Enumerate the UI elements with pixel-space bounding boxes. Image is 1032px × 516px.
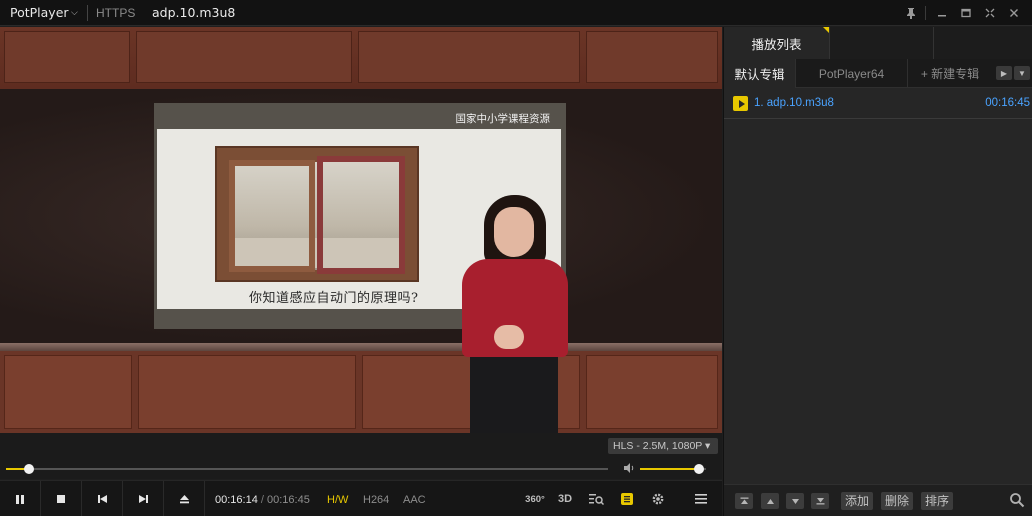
chalk-ledge (0, 343, 722, 351)
current-time: 00:16:14 (215, 494, 258, 506)
seek-bar[interactable] (6, 468, 608, 470)
play-icon (733, 96, 748, 111)
add-button[interactable]: 添加 (841, 492, 874, 510)
album-tabs: 默认专辑 PotPlayer64 + 新建专辑 ▶ ▼ (724, 59, 1032, 88)
tab-playlist[interactable]: 播放列表 (724, 27, 830, 59)
chevron-right-icon[interactable]: ▶ (996, 66, 1012, 80)
chevron-down-icon[interactable]: ▼ (1014, 66, 1030, 80)
slide-header: 国家中小学课程资源 (455, 113, 551, 125)
slide-caption: 你知道感应自动门的原理吗? (249, 291, 419, 306)
panel-tabs: 播放列表 (724, 27, 1032, 59)
volume-level (640, 468, 700, 470)
sort-button[interactable]: 排序 (921, 492, 954, 510)
teacher-face (494, 207, 534, 257)
playlist-panel: 播放列表 默认专辑 PotPlayer64 + 新建专辑 ▶ ▼ 1. adp.… (723, 27, 1032, 516)
lower-wall (0, 351, 722, 433)
close-icon[interactable] (1002, 3, 1026, 23)
minimize-icon[interactable] (930, 3, 954, 23)
tab-potplayer64[interactable]: PotPlayer64 (796, 59, 908, 88)
move-up-icon[interactable] (761, 493, 779, 509)
tab-playlist-label: 播放列表 (751, 37, 802, 52)
360-video-button[interactable]: 360° (524, 489, 546, 509)
volume-handle[interactable] (694, 464, 705, 474)
teacher-skirt (470, 349, 558, 433)
total-duration: 00:16:45 (267, 494, 310, 506)
pin-icon[interactable] (899, 3, 923, 23)
wall-panel (4, 355, 132, 429)
subtitle-icon[interactable] (616, 489, 638, 509)
maximize-icon[interactable] (954, 3, 978, 23)
move-down-icon[interactable] (786, 493, 804, 509)
title-divider (87, 5, 88, 21)
tab-corner-marker (823, 27, 829, 33)
seek-row (0, 459, 722, 479)
video-codec-label: H264 (363, 494, 390, 506)
delete-button[interactable]: 删除 (881, 492, 914, 510)
menu-icon[interactable] (690, 489, 712, 509)
playlist-toolbar: 添加 删除 排序 (724, 484, 1032, 516)
video-search-icon[interactable] (585, 489, 607, 509)
move-top-icon[interactable] (735, 493, 753, 509)
stop-button[interactable] (41, 481, 82, 516)
protocol-label: HTTPS (96, 6, 136, 20)
door-frame-left (229, 160, 315, 272)
wall-panel (586, 31, 718, 83)
window-buttons (899, 3, 1026, 23)
file-name: adp.10.m3u8 (152, 5, 236, 20)
tab-empty-1[interactable] (830, 27, 934, 59)
seek-handle[interactable] (23, 464, 34, 474)
previous-button[interactable] (82, 481, 123, 516)
door-frame-right (317, 156, 405, 274)
move-bottom-icon[interactable] (811, 493, 829, 509)
video-frame[interactable]: 国家中小学课程资源 你知道感应自动门的原理吗? (0, 27, 722, 433)
window-divider (925, 6, 926, 20)
wall-panel (4, 31, 130, 83)
chevron-down-icon[interactable]: ⌵ (71, 7, 78, 18)
time-separator: / (260, 494, 264, 506)
hw-decoder-label[interactable]: H/W (327, 494, 348, 506)
wall-panel (136, 31, 352, 83)
search-icon[interactable] (1009, 492, 1027, 510)
stream-quality-dropdown[interactable]: HLS - 2.5M, 1080P ▾ (608, 438, 718, 454)
eject-button[interactable] (164, 481, 205, 516)
title-bar: PotPlayer ⌵ HTTPS adp.10.m3u8 (0, 0, 1032, 26)
wall-panel (586, 355, 718, 429)
tab-empty-2[interactable] (934, 27, 1032, 59)
pause-button[interactable] (0, 481, 41, 516)
volume-icon[interactable] (623, 462, 635, 477)
wall-panel (138, 355, 356, 429)
list-item[interactable]: 1. adp.10.m3u8 00:16:45 (724, 93, 1032, 115)
playlist-item-duration: 00:16:45 (985, 97, 1030, 109)
3d-video-button[interactable]: 3D (554, 489, 576, 509)
gear-icon[interactable] (647, 489, 669, 509)
teacher-figure (456, 195, 574, 433)
next-button[interactable] (123, 481, 164, 516)
teacher-hands (494, 325, 524, 349)
time-display[interactable]: 00:16:14 / 00:16:45 (215, 494, 310, 506)
door-photo (215, 146, 419, 282)
wall-panel (358, 31, 580, 83)
app-menu-button[interactable]: PotPlayer (10, 5, 69, 20)
audio-codec-label: AAC (403, 494, 426, 506)
new-album-button[interactable]: + 新建专辑 (908, 59, 992, 88)
fullscreen-icon[interactable] (978, 3, 1002, 23)
playlist-divider (724, 118, 1032, 119)
control-bar: 00:16:14 / 00:16:45 H/W H264 AAC 360° 3D (0, 480, 722, 516)
classroom-wall (0, 27, 722, 89)
playlist-item-title: 1. adp.10.m3u8 (754, 97, 834, 109)
tab-default-album[interactable]: 默认专辑 (724, 59, 796, 88)
